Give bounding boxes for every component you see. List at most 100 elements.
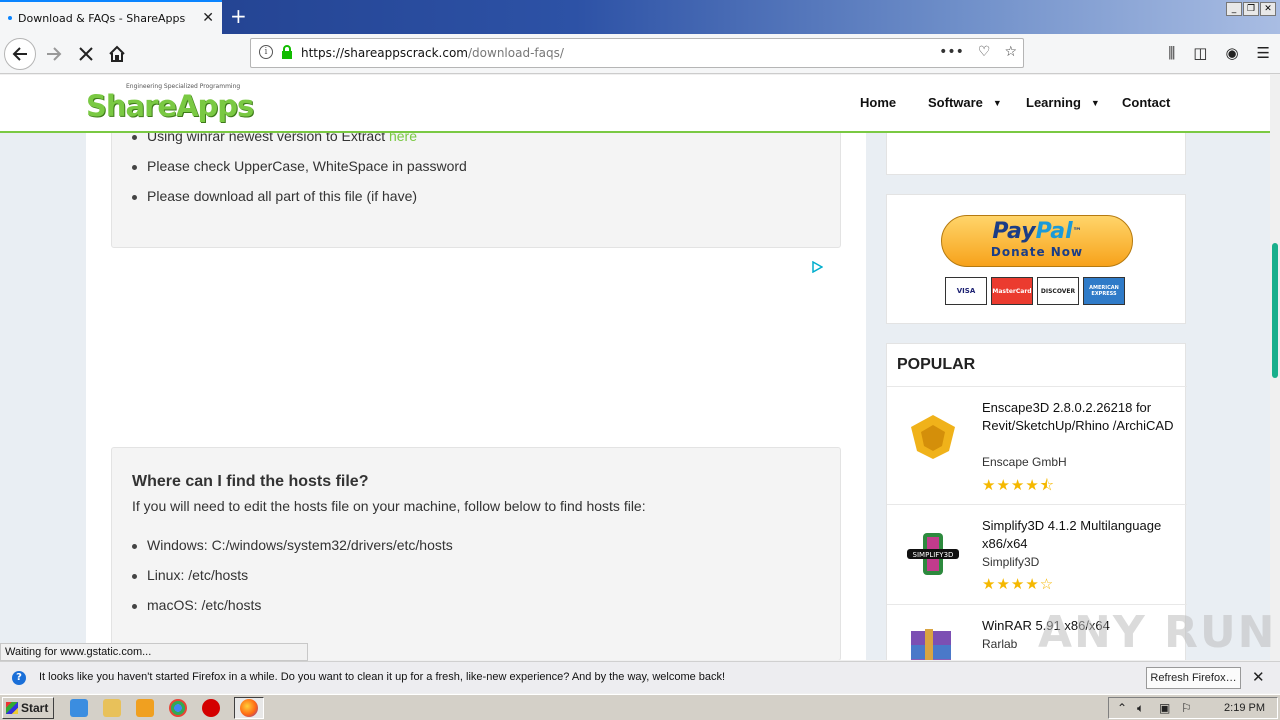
clock[interactable]: 2:19 PM	[1224, 702, 1265, 714]
new-tab-button[interactable]: +	[230, 4, 247, 28]
loading-dot-icon	[8, 16, 12, 20]
pocket-icon[interactable]: ♡	[978, 44, 991, 60]
network-icon[interactable]: ▣	[1159, 701, 1170, 715]
chevron-down-icon: ▼	[1090, 97, 1100, 108]
hosts-list: Windows: C:/windows/system32/drivers/etc…	[132, 537, 453, 627]
home-button[interactable]	[101, 38, 133, 70]
list-item: Please check UpperCase, WhiteSpace in pa…	[132, 158, 467, 176]
chevron-down-icon: ▼	[992, 97, 1002, 108]
tab-download-faqs[interactable]: Download & FAQs - ShareAppsCra ✕	[0, 0, 222, 34]
popular-item-enscape[interactable]: Enscape3D 2.8.0.2.26218 for Revit/Sketch…	[887, 386, 1187, 494]
firefox-taskbar-button[interactable]	[234, 697, 264, 719]
url-host: https://shareappscrack.com	[301, 46, 468, 60]
hosts-intro: If you will need to edit the hosts file …	[132, 498, 646, 514]
popular-item-name[interactable]: Enscape3D 2.8.0.2.26218 for Revit/Sketch…	[982, 399, 1182, 435]
url-text[interactable]: https://shareappscrack.com/download-faqs…	[301, 46, 564, 60]
site-header: Engineering Specialized Programming Shar…	[0, 75, 1270, 133]
paypal-logo: PayPal™	[992, 219, 1082, 244]
faq-card-hosts: Where can I find the hosts file? If you …	[111, 447, 841, 660]
scrollbar-thumb[interactable]	[1272, 243, 1278, 378]
donate-now-label: Donate Now	[990, 245, 1084, 259]
close-icon[interactable]: ✕	[1252, 668, 1265, 686]
sidebar-icon[interactable]: ◫	[1193, 44, 1207, 62]
faq-extract-list: Using winrar newest version to Extract h…	[132, 128, 467, 218]
popular-item-simplify3d[interactable]: SIMPLIFY3D Simplify3D 4.1.2 Multilanguag…	[887, 504, 1187, 604]
menu-home[interactable]: Home	[860, 95, 896, 110]
list-item: macOS: /etc/hosts	[132, 597, 453, 627]
tray-arrow-icon[interactable]: ⌃	[1117, 701, 1127, 715]
restore-button[interactable]: ❐	[1243, 2, 1259, 16]
home-icon	[109, 45, 125, 62]
page-viewport: Using winrar newest version to Extract h…	[0, 75, 1280, 660]
firefox-icon	[240, 699, 258, 717]
back-arrow-icon	[12, 47, 27, 61]
popular-item-vendor: Enscape GmbH	[982, 455, 1067, 469]
bookmark-star-icon[interactable]: ☆	[1004, 44, 1017, 60]
tab-title: Download & FAQs - ShareAppsCra	[18, 11, 186, 25]
menu-icon[interactable]: ☰	[1257, 44, 1270, 62]
forward-arrow-icon	[47, 47, 62, 61]
list-item: Linux: /etc/hosts	[132, 567, 453, 597]
folder-icon[interactable]	[103, 699, 121, 717]
tab-strip: Download & FAQs - ShareAppsCra ✕ + _ ❐ ✕	[0, 0, 1280, 34]
address-bar[interactable]: i https://shareappscrack.com/download-fa…	[250, 38, 1024, 68]
anyrun-watermark: ANY RUN	[1038, 607, 1277, 658]
mastercard-icon: MasterCard	[991, 277, 1033, 305]
close-window-button[interactable]: ✕	[1260, 2, 1276, 16]
winrar-logo-icon	[911, 629, 951, 660]
popular-item-vendor: Rarlab	[982, 637, 1018, 651]
info-icon[interactable]: i	[259, 45, 273, 59]
start-button[interactable]: Start	[2, 697, 54, 719]
notification-bar: ? It looks like you haven't started Fire…	[0, 661, 1280, 693]
chrome-icon[interactable]	[169, 699, 187, 717]
menu-learning[interactable]: Learning ▼	[1026, 95, 1100, 110]
lock-icon	[282, 45, 292, 59]
notification-message: It looks like you haven't started Firefo…	[39, 671, 726, 683]
navigation-toolbar: i https://shareappscrack.com/download-fa…	[0, 34, 1280, 74]
back-button[interactable]	[4, 38, 36, 70]
donate-widget: PayPal™ Donate Now VISA MasterCard DISCO…	[886, 194, 1186, 324]
rating-stars: ★★★★⯪	[982, 476, 1055, 494]
discover-card-icon: DISCOVER	[1037, 277, 1079, 305]
volume-icon[interactable]: 🔈︎	[1137, 701, 1144, 716]
main-content: Using winrar newest version to Extract h…	[86, 75, 866, 660]
paypal-donate-button[interactable]: PayPal™ Donate Now	[941, 215, 1133, 267]
refresh-firefox-button[interactable]: Refresh Firefox…	[1146, 667, 1241, 689]
minimize-button[interactable]: _	[1226, 2, 1242, 16]
window-controls: _ ❐ ✕	[1226, 2, 1276, 16]
status-text: Waiting for www.gstatic.com...	[0, 643, 308, 661]
system-tray: ⌃ 🔈︎ ▣ ⚐ 2:19 PM	[1108, 697, 1278, 719]
library-icon[interactable]: ⫼	[1168, 44, 1175, 62]
menu-contact[interactable]: Contact	[1122, 95, 1170, 110]
list-item: Windows: C:/windows/system32/drivers/etc…	[132, 537, 453, 567]
adchoices-icon[interactable]	[811, 261, 823, 273]
enscape-logo-icon	[911, 415, 955, 459]
stop-icon	[79, 47, 93, 61]
menu-software[interactable]: Software ▼	[928, 95, 1002, 110]
opera-icon[interactable]	[202, 699, 220, 717]
internet-explorer-icon[interactable]	[70, 699, 88, 717]
popular-item-name[interactable]: Simplify3D 4.1.2 Multilanguage x86/x64	[982, 517, 1182, 553]
logo-text: ShareApps	[86, 89, 254, 123]
simplify3d-logo-icon: SIMPLIFY3D	[907, 533, 959, 575]
page-actions-icon[interactable]: •••	[939, 44, 964, 60]
stop-button[interactable]	[70, 38, 102, 70]
amex-card-icon: AMERICAN EXPRESS	[1083, 277, 1125, 305]
windows-flag-icon	[6, 702, 18, 714]
shareapps-logo[interactable]: Engineering Specialized Programming Shar…	[86, 83, 254, 123]
taskbar: Start ⌃ 🔈︎ ▣ ⚐ 2:19 PM	[0, 694, 1280, 720]
page-scrollbar[interactable]	[1270, 75, 1280, 660]
forward-button[interactable]	[38, 38, 70, 70]
hosts-heading: Where can I find the hosts file?	[132, 473, 369, 490]
svg-text:SIMPLIFY3D: SIMPLIFY3D	[913, 551, 954, 559]
visa-card-icon: VISA	[945, 277, 987, 305]
popular-item-vendor: Simplify3D	[982, 555, 1040, 569]
list-item: Please download all part of this file (i…	[132, 188, 467, 206]
tab-close-icon[interactable]: ✕	[202, 10, 214, 26]
account-icon[interactable]: ◉	[1225, 44, 1238, 62]
rating-stars: ★★★★☆	[982, 575, 1055, 593]
flag-icon[interactable]: ⚐	[1181, 701, 1192, 715]
url-path: /download-faqs/	[468, 46, 564, 60]
question-icon: ?	[12, 671, 26, 685]
media-player-icon[interactable]	[136, 699, 154, 717]
